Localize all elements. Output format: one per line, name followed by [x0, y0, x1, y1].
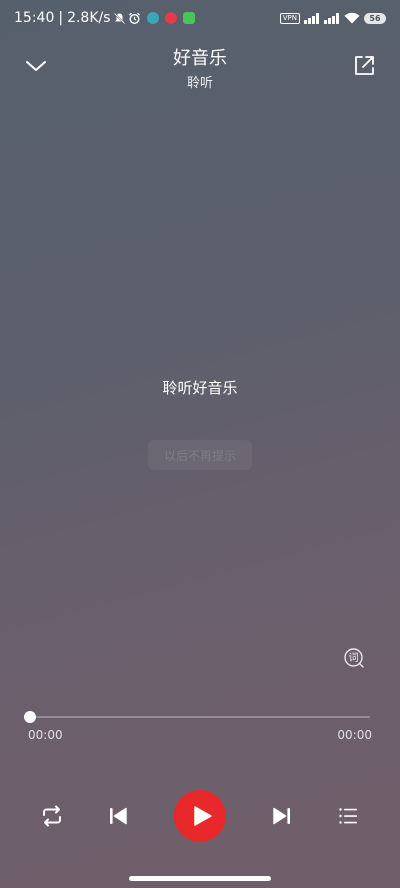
signal-strength-icon-2	[324, 12, 340, 24]
song-artist: 聆听	[186, 76, 213, 91]
play-button[interactable]	[174, 790, 226, 842]
repeat-icon	[43, 805, 61, 827]
skip-previous-icon	[110, 807, 127, 825]
battery-indicator: 56	[364, 12, 386, 24]
playlist-button[interactable]	[334, 802, 362, 830]
lyrics-toggle-glyph: 词	[349, 652, 359, 664]
status-bar-right: VPN 56	[279, 10, 386, 26]
status-bar-left: 15:40 | 2.8K/s	[14, 9, 195, 27]
play-icon	[193, 806, 212, 826]
progress-thumb[interactable]	[24, 711, 36, 723]
lyric-hint-toast: 以后不再提示	[148, 440, 252, 470]
previous-track-button[interactable]	[104, 802, 132, 830]
progress-track[interactable]	[30, 716, 370, 718]
skip-next-icon	[273, 807, 290, 825]
home-indicator[interactable]	[129, 876, 271, 881]
lyrics-toggle-icon[interactable]: 词	[343, 647, 365, 669]
external-share-icon[interactable]	[352, 54, 376, 78]
status-separator: |	[58, 10, 64, 26]
now-playing-screen: 15:40 | 2.8K/s VPN 56 好音乐 聆听 聆听好音乐 以后不再提…	[0, 0, 400, 888]
next-track-button[interactable]	[268, 802, 296, 830]
repeat-button[interactable]	[38, 802, 66, 830]
mute-bell-icon	[113, 12, 125, 24]
alarm-clock-icon	[128, 12, 140, 24]
total-time: 00:00	[337, 728, 372, 742]
app-notification-icon-red	[164, 12, 177, 24]
lyric-current-line: 聆听好音乐	[162, 379, 238, 397]
network-speed: 2.8K/s	[67, 10, 111, 26]
vpn-badge: VPN	[279, 12, 300, 24]
song-title: 好音乐	[173, 48, 227, 69]
status-time: 15:40	[14, 10, 55, 26]
signal-strength-icon-1	[304, 12, 320, 24]
wifi-icon	[344, 12, 360, 24]
status-bar: 15:40 | 2.8K/s VPN 56	[0, 0, 400, 34]
current-time: 00:00	[28, 728, 63, 742]
playlist-icon	[339, 808, 357, 824]
app-notification-icon-teal	[146, 12, 159, 24]
app-notification-icon-green	[182, 12, 195, 24]
